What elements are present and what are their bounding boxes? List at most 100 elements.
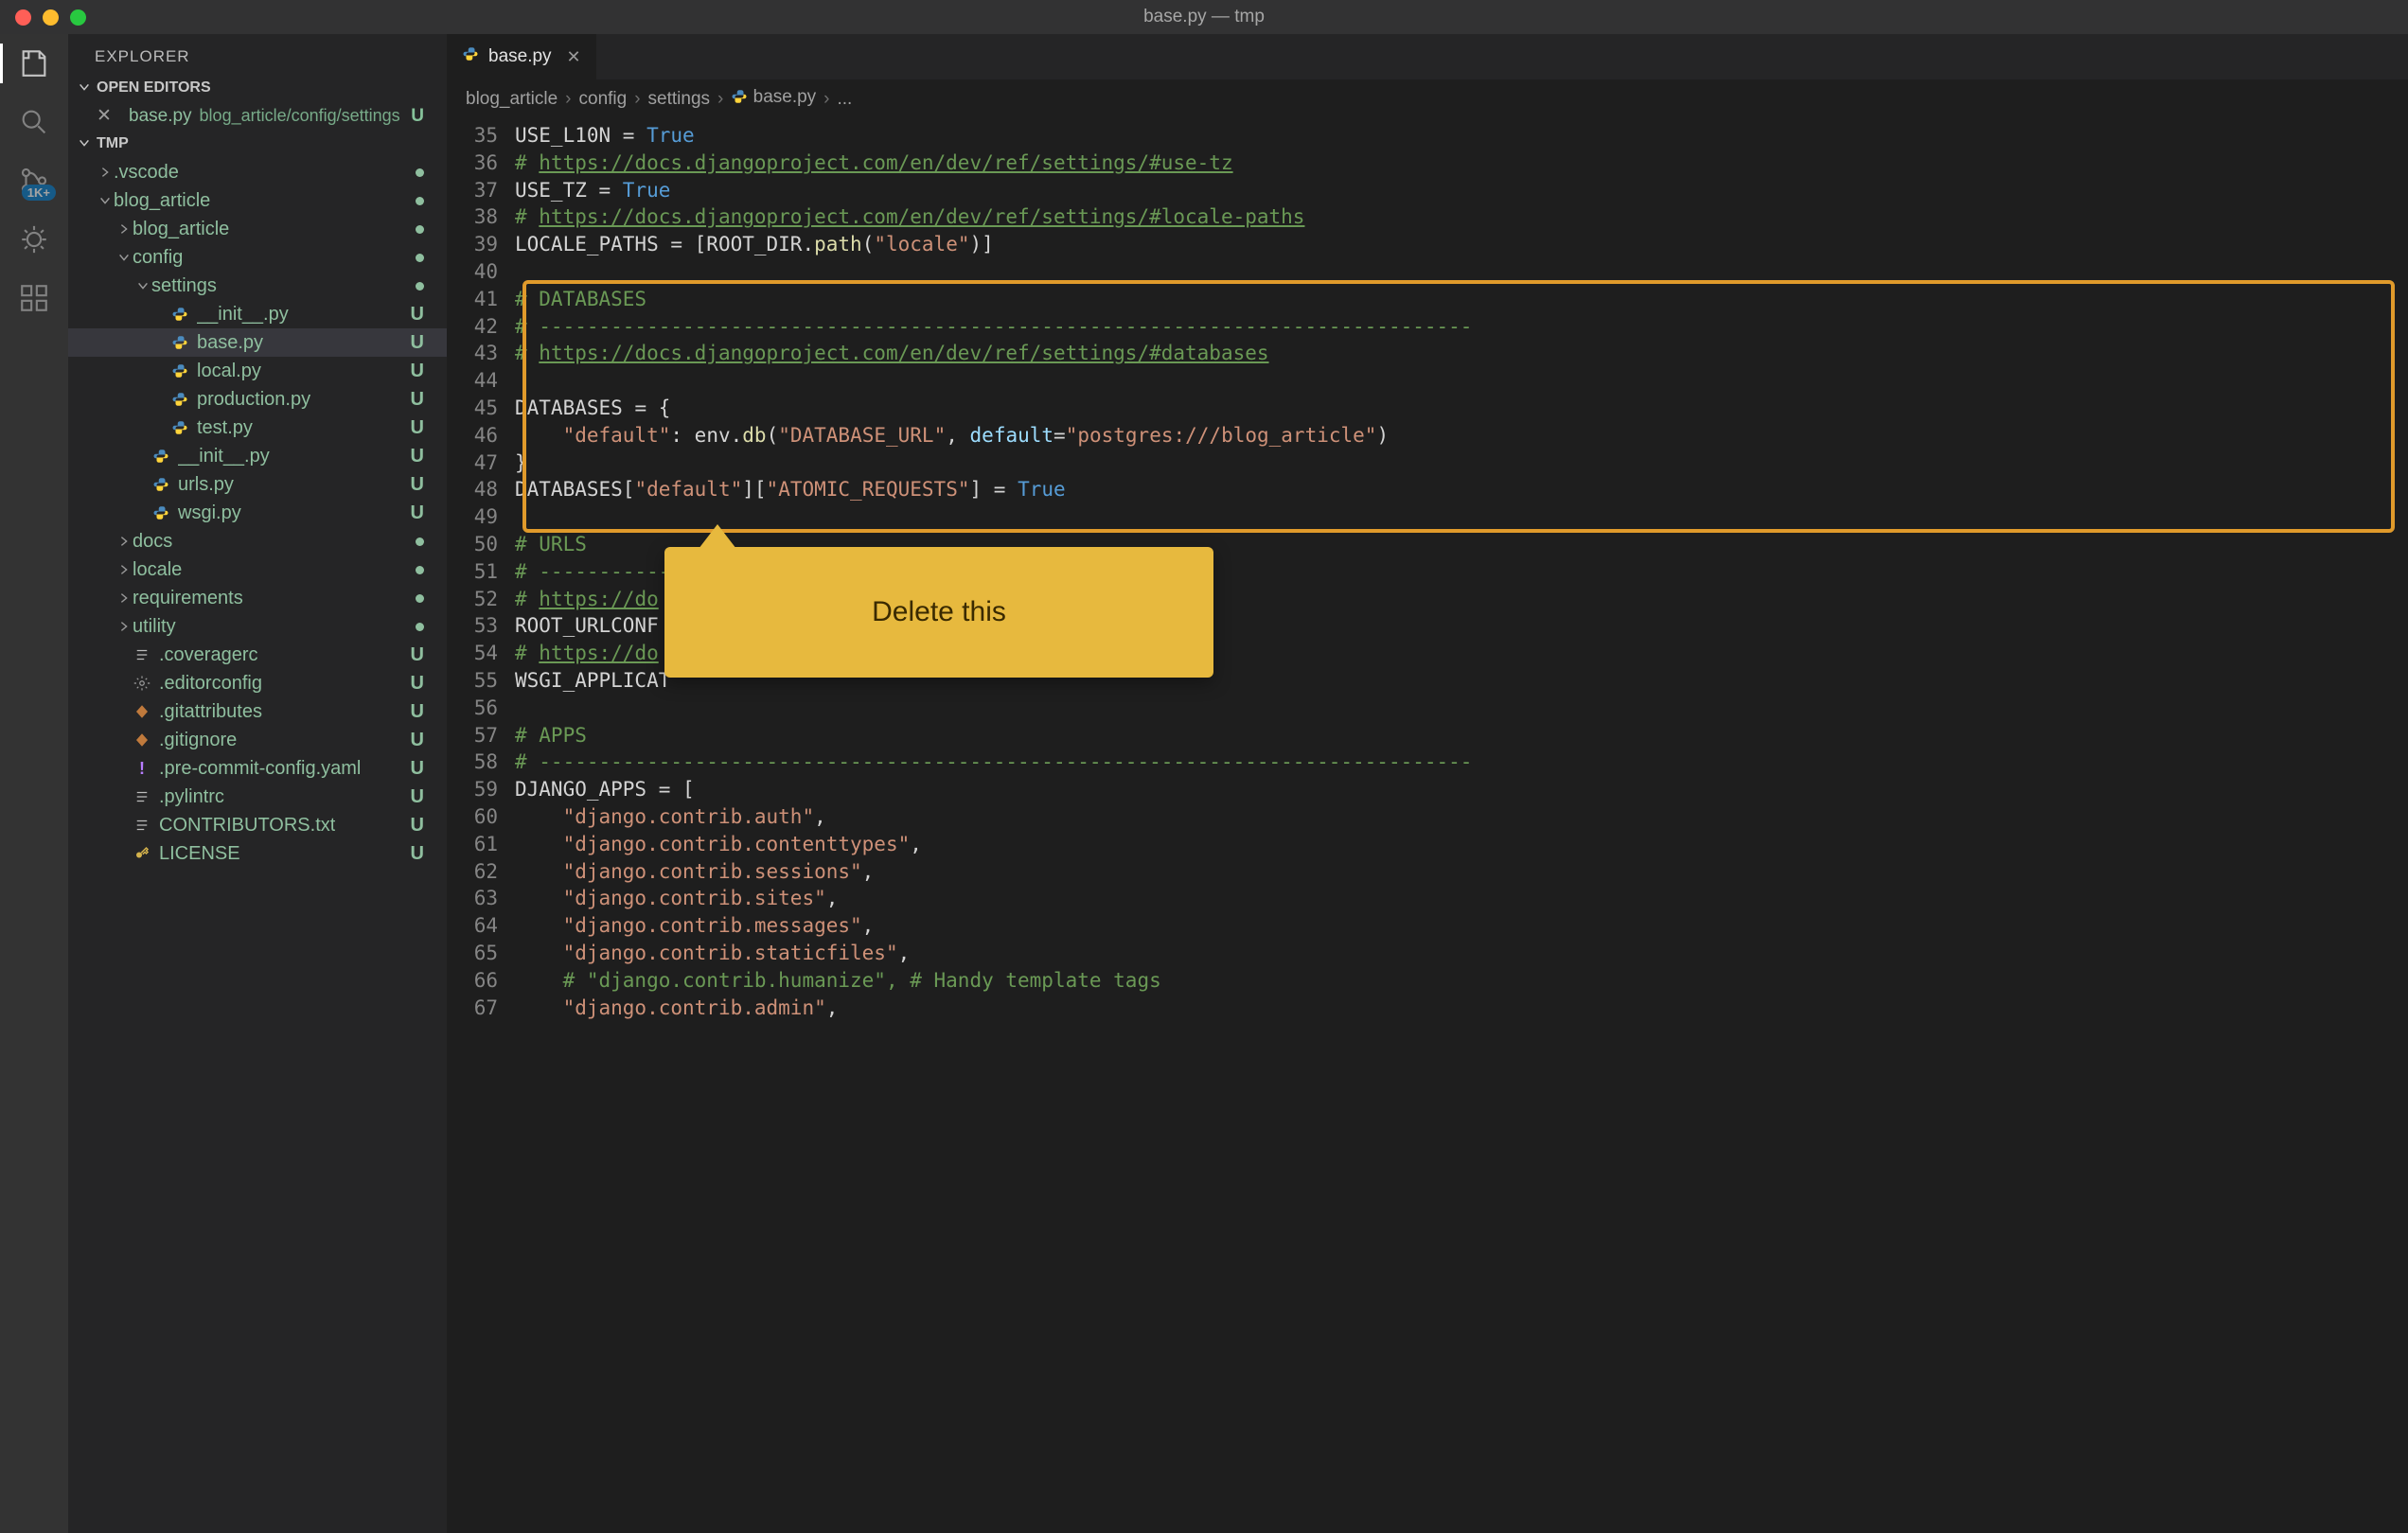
line-number: 65 [454,940,498,967]
folder-row[interactable]: blog_article [68,215,447,243]
line-number: 48 [454,476,498,503]
file-row[interactable]: test.pyU [68,414,447,442]
folder-row[interactable]: config [68,243,447,272]
workspace-header[interactable]: TMP [68,130,447,158]
file-row[interactable]: .gitattributesU [68,697,447,726]
git-status: U [411,758,424,780]
code-line[interactable]: "django.contrib.contenttypes", [515,831,2408,858]
code-line[interactable]: "django.contrib.staticfiles", [515,940,2408,967]
chevron-right-icon[interactable] [115,563,133,576]
explorer-sidebar: EXPLORER OPEN EDITORS ✕ base.py blog_art… [68,34,447,1533]
open-editors-header[interactable]: OPEN EDITORS [68,74,447,102]
minimize-window-icon[interactable] [43,9,59,26]
code-line[interactable]: # https://docs.djangoproject.com/en/dev/… [515,203,2408,231]
breadcrumb-item[interactable]: base.py [731,87,816,111]
source-control-icon[interactable]: 1K+ [18,165,50,197]
debug-icon[interactable] [18,223,50,256]
file-row[interactable]: LICENSEU [68,839,447,868]
close-window-icon[interactable] [15,9,31,26]
python-icon [170,418,189,437]
line-number: 41 [454,286,498,313]
code-line[interactable]: # "django.contrib.humanize", # Handy tem… [515,967,2408,995]
code-line[interactable]: "django.contrib.sites", [515,885,2408,912]
explorer-title: EXPLORER [68,34,447,74]
chevron-down-icon[interactable] [97,194,114,207]
chevron-down-icon[interactable] [134,279,151,292]
breadcrumbs[interactable]: blog_article›config›settings› base.py›..… [447,79,2408,118]
code-line[interactable]: # --------------------------------------… [515,749,2408,776]
code-line[interactable] [515,258,2408,286]
git-status: U [411,417,424,439]
code-line[interactable]: LOCALE_PATHS = [ROOT_DIR.path("locale")] [515,231,2408,258]
file-row[interactable]: CONTRIBUTORS.txtU [68,811,447,839]
chevron-right-icon[interactable] [115,222,133,236]
file-row[interactable]: local.pyU [68,357,447,385]
code-line[interactable]: } [515,449,2408,477]
code-line[interactable]: "django.contrib.messages", [515,912,2408,940]
chevron-right-icon[interactable] [115,535,133,548]
code-line[interactable]: "django.contrib.admin", [515,995,2408,1022]
chevron-down-icon[interactable] [115,251,133,264]
breadcrumb-item[interactable]: blog_article [466,89,558,110]
tab-base-py[interactable]: base.py ✕ [447,34,597,79]
tree-item-label: .pre-commit-config.yaml [159,758,361,780]
breadcrumb-item[interactable]: config [579,89,628,110]
code-line[interactable]: DJANGO_APPS = [ [515,776,2408,803]
code-line[interactable] [515,695,2408,722]
code-line[interactable]: "default": env.db("DATABASE_URL", defaul… [515,422,2408,449]
file-row[interactable]: !.pre-commit-config.yamlU [68,754,447,783]
code-line[interactable]: "django.contrib.auth", [515,803,2408,831]
file-row[interactable]: wsgi.pyU [68,499,447,527]
code-line[interactable]: # DATABASES [515,286,2408,313]
file-row[interactable]: __init__.pyU [68,442,447,470]
folder-row[interactable]: .vscode [68,158,447,186]
breadcrumb-item[interactable]: ... [838,89,853,110]
extensions-icon[interactable] [18,282,50,314]
file-row[interactable]: base.pyU [68,328,447,357]
code-line[interactable]: # APPS [515,722,2408,749]
code-line[interactable] [515,367,2408,395]
code-line[interactable] [515,503,2408,531]
tree-item-label: locale [133,559,182,581]
tree-item-label: local.py [197,361,261,382]
close-icon[interactable]: ✕ [567,47,581,67]
chevron-right-icon[interactable] [97,166,114,179]
modified-dot-icon [416,197,424,205]
code-line[interactable]: "django.contrib.sessions", [515,858,2408,886]
file-row[interactable]: .editorconfigU [68,669,447,697]
search-icon[interactable] [18,106,50,138]
code-line[interactable]: DATABASES = { [515,395,2408,422]
line-number: 58 [454,749,498,776]
file-row[interactable]: __init__.pyU [68,300,447,328]
code-line[interactable]: USE_L10N = True [515,122,2408,150]
explorer-icon[interactable] [18,47,50,79]
folder-row[interactable]: utility [68,612,447,641]
folder-row[interactable]: locale [68,555,447,584]
file-row[interactable]: .gitignoreU [68,726,447,754]
file-row[interactable]: .coveragercU [68,641,447,669]
file-row[interactable]: production.pyU [68,385,447,414]
file-row[interactable]: urls.pyU [68,470,447,499]
breadcrumb-item[interactable]: settings [648,89,710,110]
folder-row[interactable]: requirements [68,584,447,612]
folder-row[interactable]: blog_article [68,186,447,215]
diamond-icon [133,702,151,721]
python-icon [151,503,170,522]
folder-row[interactable]: docs [68,527,447,555]
chevron-right-icon[interactable] [115,591,133,605]
git-status: U [411,389,424,411]
maximize-window-icon[interactable] [70,9,86,26]
code-line[interactable]: USE_TZ = True [515,177,2408,204]
code-line[interactable]: # https://docs.djangoproject.com/en/dev/… [515,150,2408,177]
code-line[interactable]: # https://docs.djangoproject.com/en/dev/… [515,340,2408,367]
gear-icon [133,674,151,693]
chevron-right-icon[interactable] [115,620,133,633]
code-line[interactable]: # --------------------------------------… [515,313,2408,341]
window-title: base.py — tmp [1143,7,1265,27]
open-editor-item[interactable]: ✕ base.py blog_article/config/settings U [68,102,447,130]
code-line[interactable]: DATABASES["default"]["ATOMIC_REQUESTS"] … [515,476,2408,503]
file-row[interactable]: .pylintrcU [68,783,447,811]
close-icon[interactable]: ✕ [95,105,114,127]
tab-label: base.py [488,46,552,67]
folder-row[interactable]: settings [68,272,447,300]
